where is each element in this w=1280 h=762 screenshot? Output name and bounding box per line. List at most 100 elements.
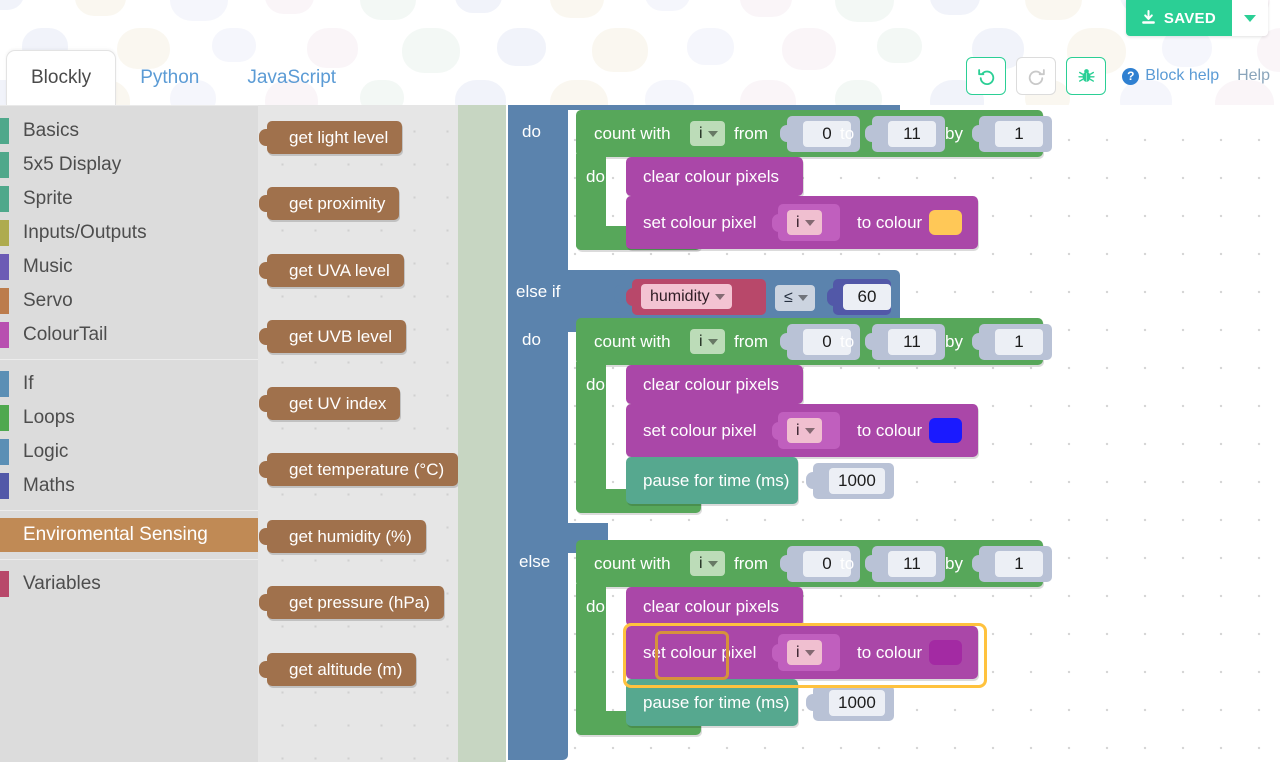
redo-button[interactable] (1016, 57, 1057, 95)
set-colour-pixel-label: set colour pixel (643, 643, 757, 662)
loop-to-value[interactable]: 11 (888, 121, 936, 147)
sidebar-item-label: Maths (23, 475, 75, 496)
clear-colour-pixels-block[interactable]: clear colour pixels (626, 157, 803, 196)
loop-to-value[interactable]: 11 (888, 551, 936, 577)
loop-to-socket[interactable]: 11 (865, 546, 945, 582)
count-with-label: count with (594, 554, 671, 573)
debug-button[interactable] (1066, 57, 1107, 95)
pause-duration-socket[interactable]: 1000 (806, 463, 894, 499)
sidebar-item-enviromental-sensing[interactable]: Enviromental Sensing (0, 518, 258, 552)
number-60-field[interactable]: 60 (843, 284, 891, 310)
sidebar-item-label: Logic (23, 441, 69, 462)
to-colour-label: to colour (857, 213, 923, 232)
if-block-body[interactable] (508, 105, 568, 760)
colour-swatch-field[interactable] (929, 210, 962, 235)
loop-by-value[interactable]: 1 (995, 329, 1043, 355)
sidebar-item-servo[interactable]: Servo (0, 284, 258, 318)
watermark-blob (930, 0, 980, 15)
loop-to-socket[interactable]: 11 (865, 116, 945, 152)
loop-variable-dropdown[interactable]: i (690, 329, 725, 354)
to-colour-label: to colour (857, 421, 923, 440)
loop-by-socket[interactable]: 1 (972, 546, 1052, 582)
pause-for-time-block[interactable]: pause for time (ms) (626, 679, 798, 726)
tab-javascript[interactable]: JavaScript (223, 50, 360, 105)
set-colour-pixel-index-socket[interactable]: i (772, 634, 840, 671)
undo-button[interactable] (966, 57, 1007, 95)
block-help-link[interactable]: ? Block help (1122, 67, 1219, 85)
loop-by-value[interactable]: 1 (995, 551, 1043, 577)
blockly-workspace[interactable]: do else if do else humidity ≤ 60 count w… (506, 105, 1280, 762)
set-colour-pixel-block[interactable]: set colour pixel i to colour (626, 196, 978, 249)
save-dropdown-button[interactable] (1232, 0, 1268, 36)
category-color-swatch (0, 473, 9, 499)
loop-variable-label: i (699, 332, 703, 350)
question-mark-icon: ? (1122, 67, 1140, 85)
count-with-label: count with (594, 332, 671, 351)
set-colour-pixel-index-dropdown[interactable]: i (787, 640, 822, 665)
tab-javascript-label: JavaScript (247, 66, 337, 88)
watermark-blob (877, 28, 922, 64)
set-colour-pixel-index-socket[interactable]: i (772, 204, 840, 241)
category-color-swatch (0, 118, 9, 144)
bug-icon (1078, 69, 1095, 82)
set-colour-pixel-index-socket[interactable]: i (772, 412, 840, 449)
sidebar-item-inputs-outputs[interactable]: Inputs/Outputs (0, 216, 258, 250)
tab-blockly[interactable]: Blockly (6, 50, 117, 105)
loop-to-value[interactable]: 11 (888, 329, 936, 355)
flyout-block-get-uva-level[interactable]: get UVA level (259, 254, 404, 287)
sidebar-item-colourtail[interactable]: ColourTail (0, 318, 258, 352)
sidebar-item-variables[interactable]: Variables (0, 567, 258, 601)
number-60-block[interactable]: 60 (827, 279, 891, 315)
block-output-notch (259, 395, 268, 412)
humidity-variable-dropdown[interactable]: humidity (641, 284, 732, 309)
pause-duration-value[interactable]: 1000 (829, 468, 885, 494)
set-colour-pixel-block[interactable]: set colour pixel i to colour (626, 626, 978, 679)
flyout-block-get-proximity[interactable]: get proximity (259, 187, 400, 220)
colour-swatch-field[interactable] (929, 418, 962, 443)
loop-to-socket[interactable]: 11 (865, 324, 945, 360)
flyout-block-get-altitude-m[interactable]: get altitude (m) (259, 653, 417, 686)
sidebar-item-if[interactable]: If (0, 367, 258, 401)
set-colour-pixel-block[interactable]: set colour pixel i to colour (626, 404, 978, 457)
pause-for-time-block[interactable]: pause for time (ms) (626, 457, 798, 504)
sidebar-item-loops[interactable]: Loops (0, 401, 258, 435)
chevron-down-icon (707, 338, 718, 345)
colour-swatch-field[interactable] (929, 640, 962, 665)
category-color-swatch (0, 288, 9, 314)
pause-duration-socket[interactable]: 1000 (806, 685, 894, 721)
sidebar-item-5x5-display[interactable]: 5x5 Display (0, 148, 258, 182)
sidebar-item-music[interactable]: Music (0, 250, 258, 284)
flyout-block-get-uvb-level[interactable]: get UVB level (259, 320, 406, 353)
clear-colour-pixels-block[interactable]: clear colour pixels (626, 365, 803, 404)
block-flyout[interactable]: get light level get proximity get UVA leve… (258, 105, 458, 762)
tab-python[interactable]: Python (116, 50, 223, 105)
sidebar-item-sprite[interactable]: Sprite (0, 182, 258, 216)
loop-variable-dropdown[interactable]: i (690, 551, 725, 576)
set-colour-pixel-index-dropdown[interactable]: i (787, 210, 822, 235)
flyout-block-get-uv-index[interactable]: get UV index (259, 387, 401, 420)
clear-colour-pixels-label: clear colour pixels (643, 167, 780, 186)
loop-variable-dropdown[interactable]: i (690, 121, 725, 146)
sidebar-item-basics[interactable]: Basics (0, 114, 258, 148)
loop-by-socket[interactable]: 1 (972, 116, 1052, 152)
variable-humidity-block[interactable]: humidity (626, 279, 766, 315)
flyout-block-get-humidity[interactable]: get humidity (%) (259, 520, 426, 553)
flyout-block-get-light-level[interactable]: get light level (259, 121, 403, 154)
save-button[interactable]: SAVED (1125, 0, 1232, 36)
comparison-block[interactable]: humidity ≤ 60 (614, 274, 892, 320)
sidebar-item-logic[interactable]: Logic (0, 435, 258, 469)
clear-colour-pixels-block[interactable]: clear colour pixels (626, 587, 803, 626)
help-link[interactable]: Help (1237, 67, 1270, 85)
set-colour-pixel-index-dropdown[interactable]: i (787, 418, 822, 443)
watermark-blob (645, 80, 694, 105)
pause-duration-value[interactable]: 1000 (829, 690, 885, 716)
index-socket-notch (772, 644, 780, 662)
flyout-block-get-temperature-c[interactable]: get temperature (°C) (259, 453, 458, 486)
comparison-operator-dropdown[interactable]: ≤ (775, 285, 815, 311)
loop-by-socket[interactable]: 1 (972, 324, 1052, 360)
loop-by-value[interactable]: 1 (995, 121, 1043, 147)
watermark-blob (835, 0, 894, 23)
flyout-block-get-pressure-hpa[interactable]: get pressure (hPa) (259, 586, 444, 619)
if-branch2-do-label: do (522, 330, 541, 349)
sidebar-item-maths[interactable]: Maths (0, 469, 258, 503)
